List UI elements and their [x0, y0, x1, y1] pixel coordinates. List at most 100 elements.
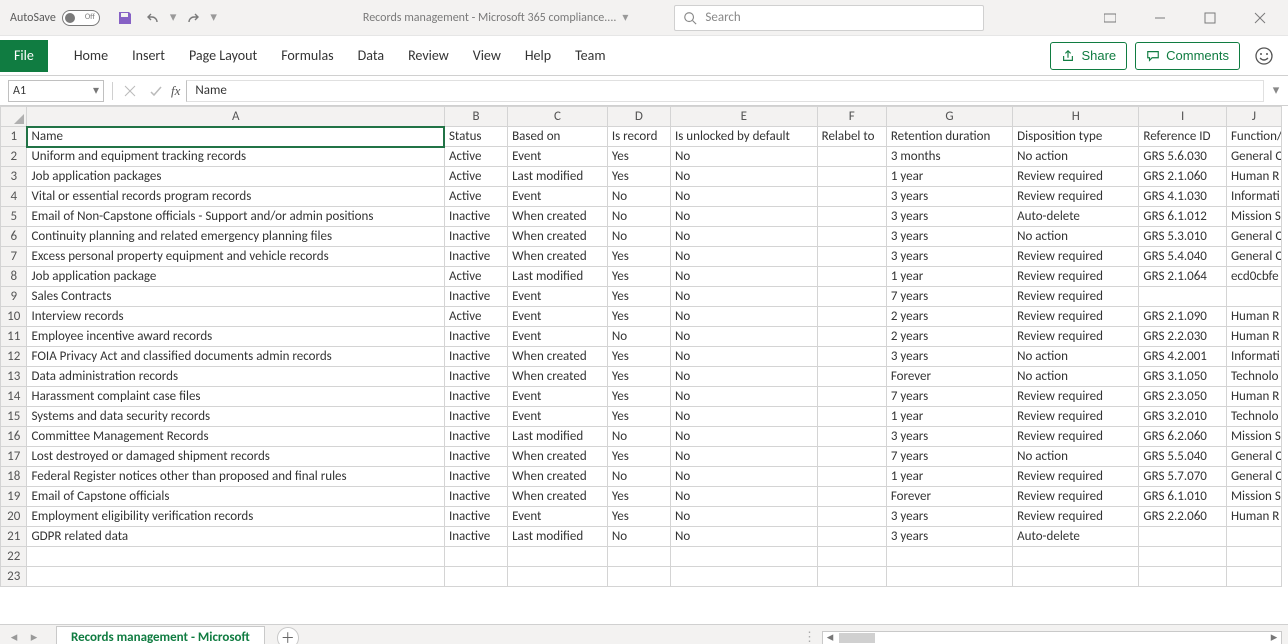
cell[interactable]: Informati	[1226, 187, 1281, 207]
cell[interactable]: When created	[508, 487, 608, 507]
feedback-smiley-icon[interactable]	[1250, 42, 1278, 70]
tab-review[interactable]: Review	[396, 40, 461, 72]
cell[interactable]: GRS 2.1.064	[1139, 267, 1227, 287]
cell[interactable]: Disposition type	[1013, 127, 1139, 147]
redo-icon[interactable]	[182, 7, 204, 29]
cell[interactable]: Review required	[1013, 167, 1139, 187]
cell[interactable]	[27, 547, 444, 567]
cell[interactable]: Vital or essential records program recor…	[27, 187, 444, 207]
cell[interactable]: No action	[1013, 447, 1139, 467]
cell[interactable]: Name	[27, 127, 444, 147]
comments-button[interactable]: Comments	[1135, 42, 1240, 70]
cell[interactable]: GRS 2.3.050	[1139, 387, 1227, 407]
cell[interactable]	[817, 447, 886, 467]
cell[interactable]: Mission S	[1226, 427, 1281, 447]
cell[interactable]	[508, 567, 608, 587]
cell[interactable]: GRS 6.1.010	[1139, 487, 1227, 507]
cell[interactable]: Yes	[607, 347, 670, 367]
cell[interactable]: Inactive	[444, 367, 507, 387]
cell[interactable]: Technolo	[1226, 407, 1281, 427]
cell[interactable]: Review required	[1013, 387, 1139, 407]
cell[interactable]: Inactive	[444, 227, 507, 247]
cell[interactable]: Yes	[607, 507, 670, 527]
cell[interactable]: 2 years	[886, 327, 1012, 347]
cell[interactable]: Employment eligibility verification reco…	[27, 507, 444, 527]
cell[interactable]: Review required	[1013, 287, 1139, 307]
cell[interactable]: Informati	[1226, 347, 1281, 367]
cell[interactable]: No	[607, 427, 670, 447]
row-header[interactable]: 9	[1, 287, 27, 307]
formula-input[interactable]: Name	[186, 80, 1264, 102]
cell[interactable]	[27, 567, 444, 587]
cell[interactable]: GRS 6.2.060	[1139, 427, 1227, 447]
column-header-B[interactable]: B	[444, 107, 507, 127]
cell[interactable]: Function/	[1226, 127, 1281, 147]
cell[interactable]: Inactive	[444, 247, 507, 267]
cell[interactable]: 3 years	[886, 527, 1012, 547]
cell[interactable]: Forever	[886, 367, 1012, 387]
cell[interactable]: 3 years	[886, 187, 1012, 207]
cell[interactable]: When created	[508, 207, 608, 227]
cell[interactable]: No	[670, 447, 817, 467]
tab-view[interactable]: View	[461, 40, 513, 72]
cell[interactable]: Event	[508, 407, 608, 427]
cell[interactable]: Sales Contracts	[27, 287, 444, 307]
cell[interactable]: Review required	[1013, 427, 1139, 447]
select-all-corner[interactable]	[1, 107, 27, 127]
cell[interactable]: 1 year	[886, 167, 1012, 187]
expand-formula-bar-icon[interactable]: ▾	[1264, 83, 1288, 98]
cell[interactable]: Based on	[508, 127, 608, 147]
column-header-I[interactable]: I	[1139, 107, 1227, 127]
row-header[interactable]: 16	[1, 427, 27, 447]
cell[interactable]: Is unlocked by default	[670, 127, 817, 147]
cell[interactable]: 3 years	[886, 227, 1012, 247]
cell[interactable]: When created	[508, 347, 608, 367]
cell[interactable]	[817, 247, 886, 267]
cell[interactable]: Event	[508, 187, 608, 207]
tab-home[interactable]: Home	[62, 40, 120, 72]
cell[interactable]: No	[670, 147, 817, 167]
cell[interactable]: General O	[1226, 467, 1281, 487]
cell[interactable]: No	[670, 527, 817, 547]
tab-team[interactable]: Team	[563, 40, 617, 72]
cell[interactable]: Inactive	[444, 407, 507, 427]
worksheet-grid[interactable]: ABCDEFGHIJ 1NameStatusBased onIs recordI…	[0, 106, 1288, 624]
cell[interactable]: Review required	[1013, 327, 1139, 347]
cell[interactable]: No action	[1013, 347, 1139, 367]
cell[interactable]: Inactive	[444, 327, 507, 347]
cell[interactable]: GRS 2.1.060	[1139, 167, 1227, 187]
cell[interactable]: Federal Register notices other than prop…	[27, 467, 444, 487]
cell[interactable]: Inactive	[444, 507, 507, 527]
cell[interactable]: Relabel to	[817, 127, 886, 147]
new-sheet-button[interactable]: ＋	[277, 627, 299, 644]
cell[interactable]: Inactive	[444, 207, 507, 227]
cell[interactable]: Last modified	[508, 527, 608, 547]
cell[interactable]	[607, 547, 670, 567]
row-header[interactable]: 3	[1, 167, 27, 187]
tab-scroll-right-icon[interactable]: ▸	[26, 630, 42, 644]
cell[interactable]	[817, 347, 886, 367]
cell[interactable]: 1 year	[886, 407, 1012, 427]
cell[interactable]	[817, 307, 886, 327]
cell[interactable]: Human R	[1226, 167, 1281, 187]
cell[interactable]: Committee Management Records	[27, 427, 444, 447]
cell[interactable]: No	[670, 267, 817, 287]
scroll-left-icon[interactable]: ◂	[823, 632, 837, 644]
cell[interactable]: Data administration records	[27, 367, 444, 387]
cell[interactable]	[1013, 547, 1139, 567]
cell[interactable]: No	[670, 167, 817, 187]
close-icon[interactable]	[1238, 0, 1282, 36]
cell[interactable]: Employee incentive award records	[27, 327, 444, 347]
chevron-down-icon[interactable]: ▾	[93, 83, 99, 98]
tab-scroll-left-icon[interactable]: ◂	[6, 630, 22, 644]
cell[interactable]: FOIA Privacy Act and classified document…	[27, 347, 444, 367]
cell[interactable]	[1013, 567, 1139, 587]
cell[interactable]: GRS 3.2.010	[1139, 407, 1227, 427]
cell[interactable]: No	[670, 287, 817, 307]
cell[interactable]: When created	[508, 227, 608, 247]
cell[interactable]: GRS 3.1.050	[1139, 367, 1227, 387]
sheet-tab-active[interactable]: Records management - Microsoft	[56, 626, 265, 644]
row-header[interactable]: 7	[1, 247, 27, 267]
save-icon[interactable]	[114, 7, 136, 29]
cell[interactable]: Harassment complaint case files	[27, 387, 444, 407]
